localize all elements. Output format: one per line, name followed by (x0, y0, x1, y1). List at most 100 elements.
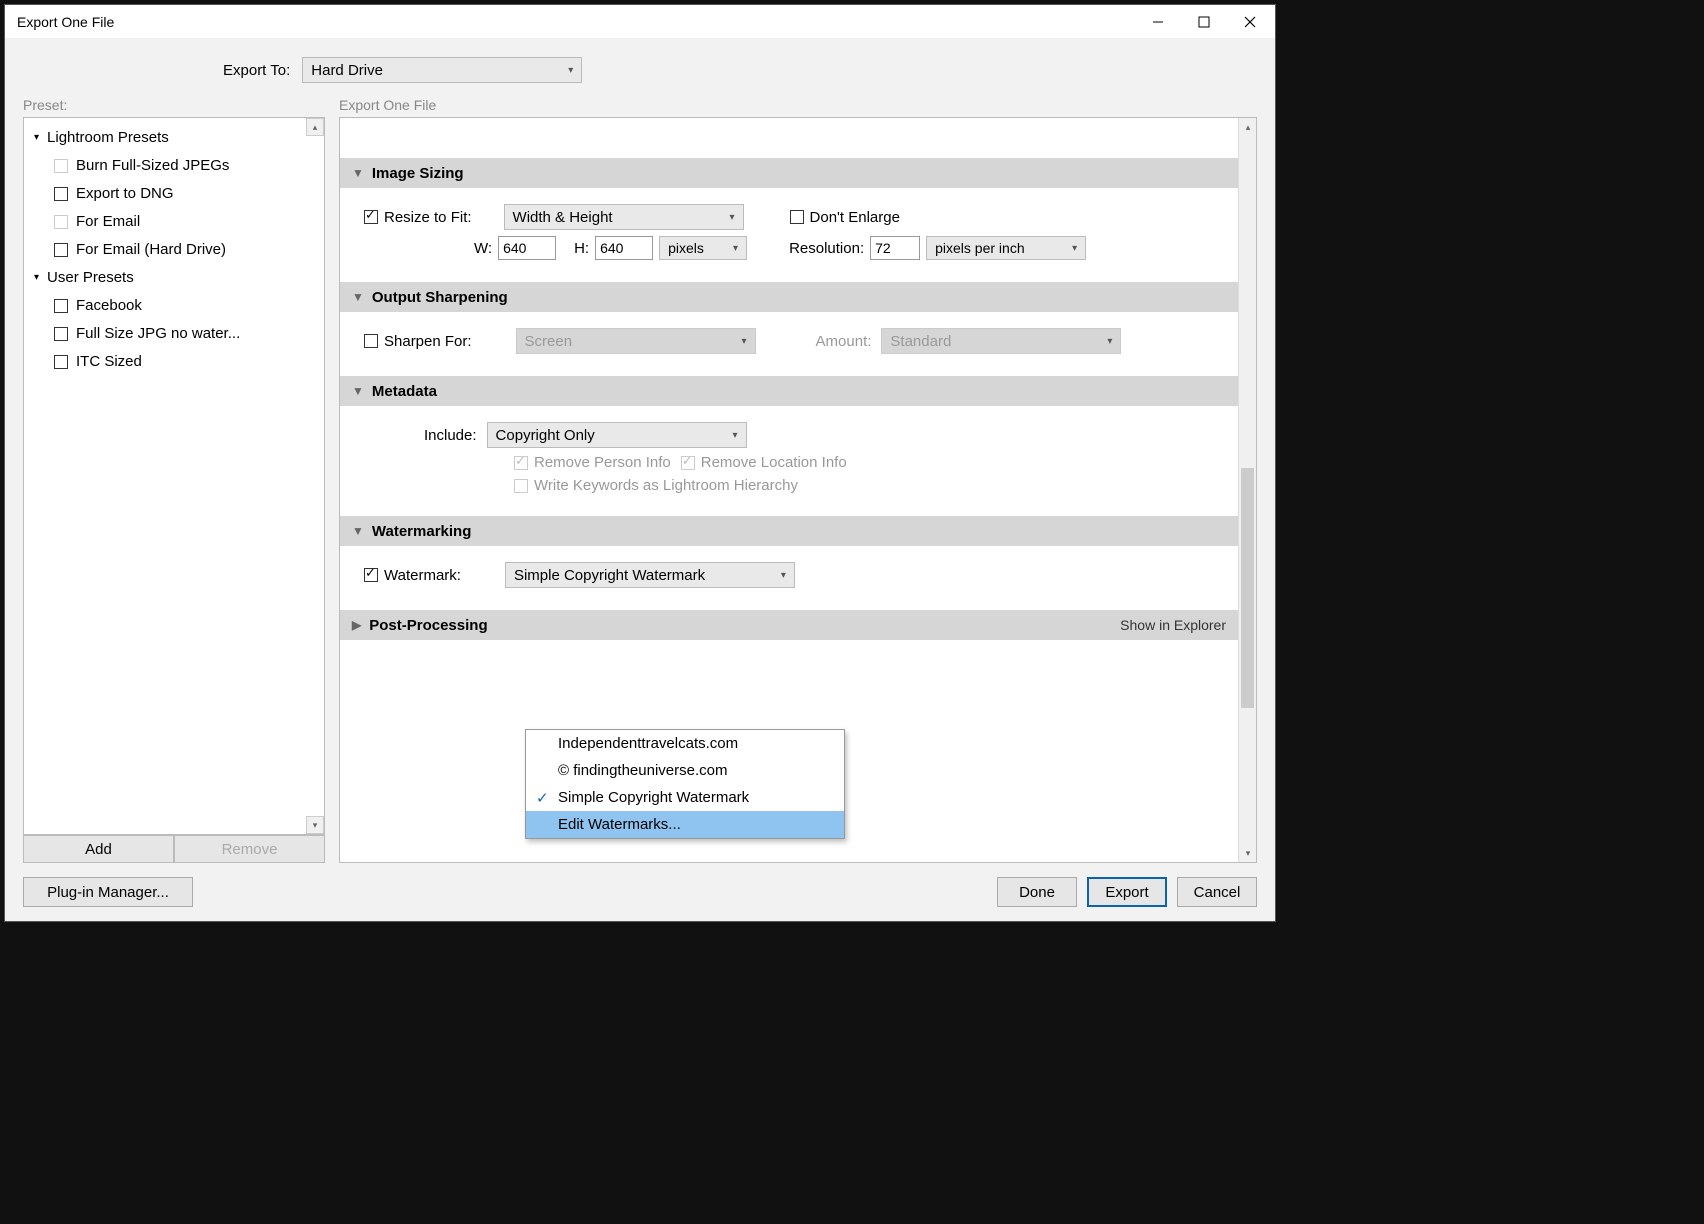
resolution-input[interactable] (870, 236, 920, 260)
section-image-sizing[interactable]: Image Sizing (340, 158, 1238, 188)
include-select[interactable]: Copyright Only ▾ (487, 422, 747, 448)
remove-location-info-checkbox[interactable]: Remove Location Info (681, 454, 847, 471)
image-sizing-body: Resize to Fit: Width & Height ▾ (340, 188, 1238, 282)
export-to-value: Hard Drive (311, 62, 383, 79)
preset-actions: Add Remove (23, 835, 325, 863)
chevron-down-icon: ▾ (733, 430, 738, 441)
scroll-down-button[interactable]: ▾ (306, 816, 324, 834)
dont-enlarge-checkbox[interactable]: Don't Enlarge (790, 209, 900, 226)
sharpen-for-checkbox[interactable]: Sharpen For: (364, 333, 472, 350)
cancel-button[interactable]: Cancel (1177, 877, 1257, 907)
preset-item[interactable]: ITC Sized (34, 348, 314, 376)
close-button[interactable] (1227, 6, 1273, 38)
chevron-down-icon: ▾ (733, 243, 738, 254)
height-input[interactable] (595, 236, 653, 260)
preset-group-lightroom[interactable]: Lightroom Presets (34, 124, 314, 152)
height-label: H: (574, 240, 589, 257)
checkbox-icon (514, 479, 528, 493)
maximize-button[interactable] (1181, 6, 1227, 38)
checkbox-icon[interactable] (54, 215, 68, 229)
checkbox-icon[interactable] (54, 159, 68, 173)
minimize-button[interactable] (1135, 6, 1181, 38)
export-to-select[interactable]: Hard Drive ▾ (302, 57, 582, 83)
chevron-down-icon: ▾ (781, 570, 786, 581)
plugin-manager-button[interactable]: Plug-in Manager... (23, 877, 193, 907)
preset-item[interactable]: For Email (Hard Drive) (34, 236, 314, 264)
disclosure-triangle-icon (352, 290, 364, 304)
checkbox-icon (790, 210, 804, 224)
chevron-down-icon: ▾ (1107, 336, 1112, 347)
watermark-option[interactable]: Independenttravelcats.com (526, 730, 844, 757)
section-metadata[interactable]: Metadata (340, 376, 1238, 406)
output-sharpening-body: Sharpen For: Screen ▾ Amount: (340, 312, 1238, 376)
export-button[interactable]: Export (1087, 877, 1167, 907)
checkbox-icon[interactable] (54, 327, 68, 341)
dialog-footer: Plug-in Manager... Done Export Cancel (23, 863, 1257, 907)
watermark-option[interactable]: © findingtheuniverse.com (526, 757, 844, 784)
settings-heading: Export One File (339, 97, 1257, 113)
maximize-icon (1198, 16, 1210, 28)
scroll-up-button[interactable]: ▴ (1239, 118, 1257, 136)
preset-item[interactable]: For Email (34, 208, 314, 236)
preset-item[interactable]: Burn Full-Sized JPEGs (34, 152, 314, 180)
preset-group-user[interactable]: User Presets (34, 264, 314, 292)
checkbox-icon[interactable] (54, 243, 68, 257)
disclosure-triangle-icon (352, 618, 361, 632)
width-input[interactable] (498, 236, 556, 260)
checkbox-icon[interactable] (54, 299, 68, 313)
section-watermarking[interactable]: Watermarking (340, 516, 1238, 546)
width-label: W: (474, 240, 492, 257)
window-title: Export One File (17, 14, 114, 30)
resolution-unit-select[interactable]: pixels per inch ▾ (926, 236, 1086, 260)
amount-label: Amount: (816, 333, 872, 350)
chevron-down-icon: ▾ (568, 65, 573, 76)
titlebar: Export One File (5, 5, 1275, 39)
scrollbar[interactable]: ▴ ▾ (1238, 118, 1256, 862)
preset-list: Lightroom Presets Burn Full-Sized JPEGs … (24, 118, 324, 382)
scrollbar-thumb[interactable] (1241, 468, 1254, 708)
watermark-checkbox[interactable]: Watermark: (364, 567, 461, 584)
window-controls (1135, 6, 1273, 38)
watermarking-body: Watermark: Simple Copyright Watermark ▾ (340, 546, 1238, 610)
add-preset-button[interactable]: Add (23, 835, 174, 863)
checkbox-icon[interactable] (54, 355, 68, 369)
minimize-icon (1152, 16, 1164, 28)
scroll-down-button[interactable]: ▾ (1239, 844, 1257, 862)
preset-listbox[interactable]: ▴ ▾ Lightroom Presets Burn Full-Sized JP… (23, 117, 325, 835)
checkbox-icon (364, 568, 378, 582)
checkbox-icon (514, 456, 528, 470)
resize-to-fit-checkbox[interactable]: Resize to Fit: (364, 209, 472, 226)
size-unit-select[interactable]: pixels ▾ (659, 236, 747, 260)
section-output-sharpening[interactable]: Output Sharpening (340, 282, 1238, 312)
sharpen-for-select[interactable]: Screen ▾ (516, 328, 756, 354)
remove-person-info-checkbox[interactable]: Remove Person Info (514, 454, 671, 471)
show-in-explorer-link[interactable]: Show in Explorer (1120, 617, 1226, 633)
edit-watermarks-option[interactable]: Edit Watermarks... (526, 811, 844, 838)
remove-preset-button[interactable]: Remove (174, 835, 325, 863)
fit-mode-select[interactable]: Width & Height ▾ (504, 204, 744, 230)
checkbox-icon (364, 334, 378, 348)
chevron-down-icon: ▾ (1072, 243, 1077, 254)
write-keywords-checkbox[interactable]: Write Keywords as Lightroom Hierarchy (514, 477, 798, 494)
include-label: Include: (424, 427, 477, 444)
checkbox-icon (681, 456, 695, 470)
watermark-option-selected[interactable]: Simple Copyright Watermark (526, 784, 844, 811)
close-icon (1244, 16, 1256, 28)
chevron-down-icon: ▾ (730, 212, 735, 223)
checkbox-icon[interactable] (54, 187, 68, 201)
scroll-up-button[interactable]: ▴ (306, 118, 324, 136)
watermark-dropdown-popup[interactable]: Independenttravelcats.com © findingtheun… (525, 729, 845, 839)
amount-select[interactable]: Standard ▾ (881, 328, 1121, 354)
preset-item[interactable]: Facebook (34, 292, 314, 320)
resolution-label: Resolution: (789, 240, 864, 257)
preset-item[interactable]: Full Size JPG no water... (34, 320, 314, 348)
disclosure-triangle-icon (352, 384, 364, 398)
disclosure-triangle-icon (352, 166, 364, 180)
metadata-body: Include: Copyright Only ▾ Remove Person … (340, 406, 1238, 516)
export-dialog: Export One File Export To: Hard Drive ▾ (4, 4, 1276, 922)
disclosure-triangle-icon (352, 524, 364, 538)
done-button[interactable]: Done (997, 877, 1077, 907)
watermark-select[interactable]: Simple Copyright Watermark ▾ (505, 562, 795, 588)
section-post-processing[interactable]: Post-Processing Show in Explorer (340, 610, 1238, 640)
preset-item[interactable]: Export to DNG (34, 180, 314, 208)
